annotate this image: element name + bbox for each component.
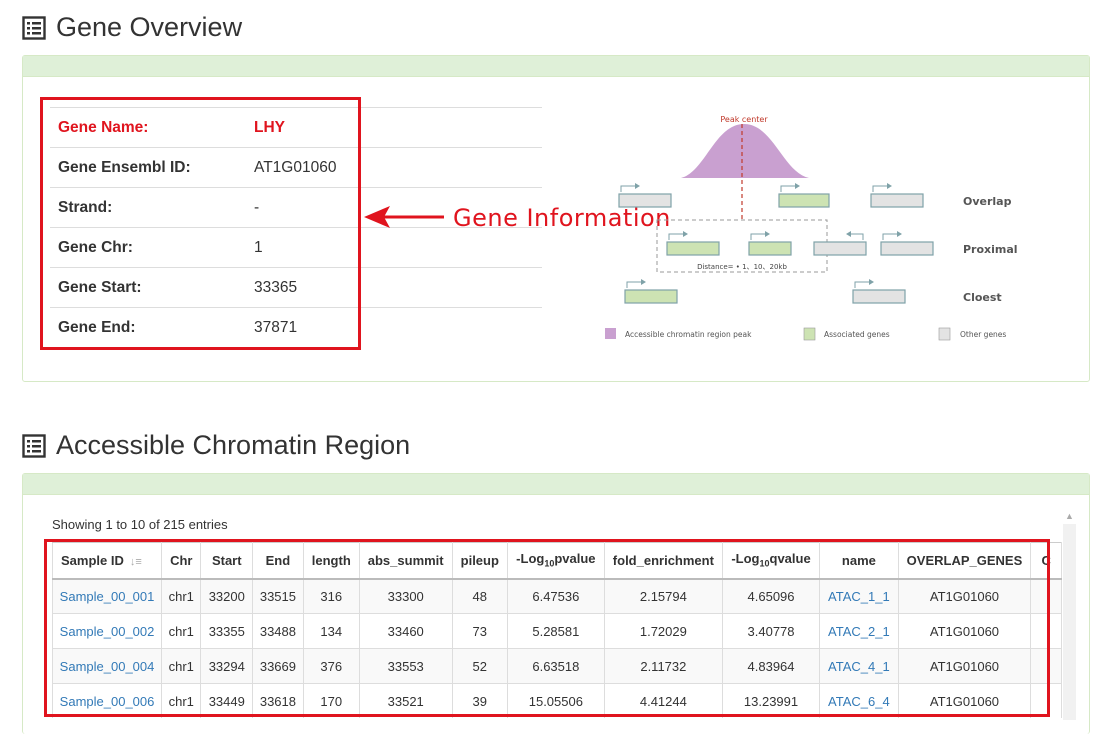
legend-other-swatch xyxy=(938,327,951,341)
vertical-scrollbar[interactable] xyxy=(1063,524,1076,720)
acr-title: Accessible Chromatin Region xyxy=(22,430,410,461)
peak-association-diagram: Peak center Overlap Distance= • 1、10、20k… xyxy=(605,115,1018,341)
proximal-row xyxy=(666,231,934,256)
gene-info-highlight-box xyxy=(40,97,361,350)
legend-associated-label: Associated genes xyxy=(824,330,890,339)
legend-other-label: Other genes xyxy=(960,330,1006,339)
distance-label: Distance= • 1、10、20kb xyxy=(697,263,787,271)
arrow-left-icon xyxy=(364,206,444,228)
acr-highlight-box xyxy=(44,539,1050,717)
gene-overview-title: Gene Overview xyxy=(22,12,242,43)
legend-peak-label: Accessible chromatin region peak xyxy=(625,330,752,339)
overlap-label: Overlap xyxy=(963,195,1012,208)
entries-info: Showing 1 to 10 of 215 entries xyxy=(52,517,228,532)
peak-shape xyxy=(681,124,809,178)
acr-title-text: Accessible Chromatin Region xyxy=(56,430,411,460)
closest-row xyxy=(624,279,906,304)
legend-associated-swatch xyxy=(803,327,816,341)
list-icon xyxy=(22,433,46,458)
panel-header xyxy=(23,474,1089,495)
peak-center-label: Peak center xyxy=(720,115,768,124)
list-icon xyxy=(22,15,46,40)
diagram-legend: Accessible chromatin region peak Associa… xyxy=(605,327,1006,341)
closest-label: Cloest xyxy=(963,291,1002,304)
gene-overview-title-text: Gene Overview xyxy=(56,12,243,42)
panel-header xyxy=(23,56,1089,77)
overlap-row xyxy=(618,183,924,208)
legend-peak-swatch xyxy=(605,328,616,339)
proximal-label: Proximal xyxy=(963,243,1018,256)
scroll-up-arrow[interactable]: ▲ xyxy=(1063,510,1076,522)
